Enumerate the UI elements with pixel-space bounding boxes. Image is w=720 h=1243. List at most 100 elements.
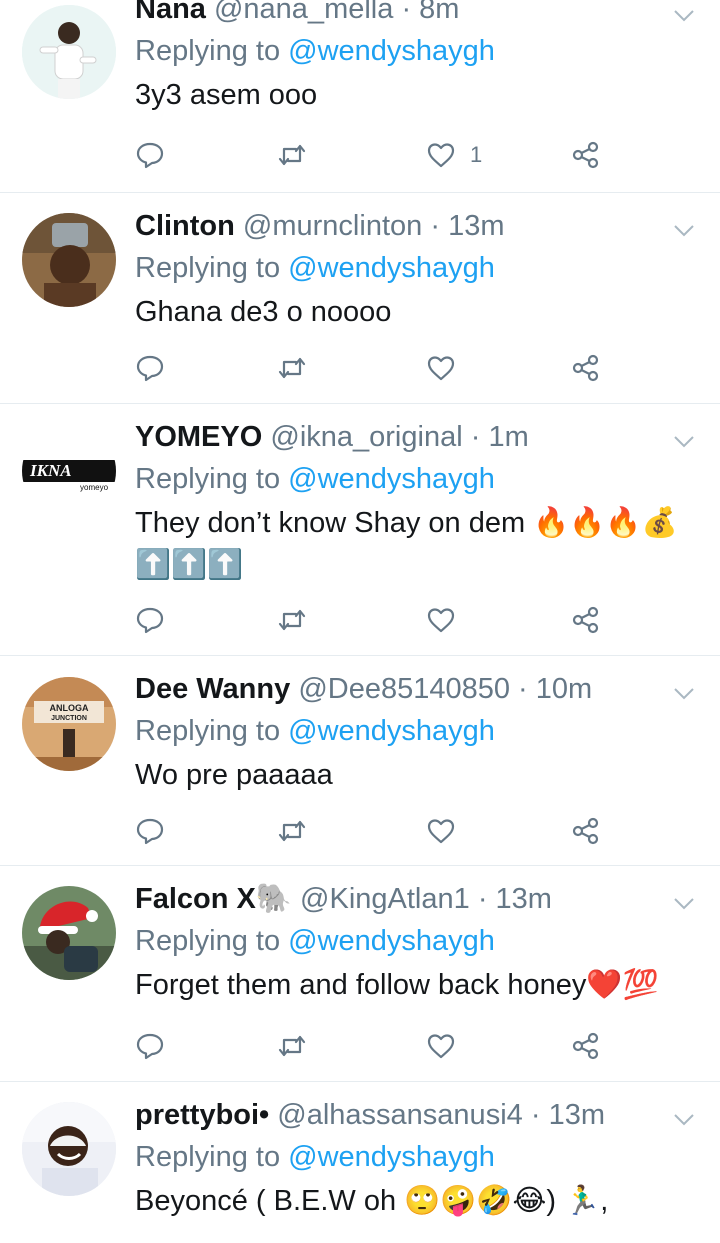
user-handle[interactable]: @ikna_original (270, 421, 462, 453)
tweet-header: Clinton @murnclinton · 13m (135, 207, 680, 245)
mention-link[interactable]: @wendyshaygh (288, 715, 495, 747)
tweet-item[interactable]: Falcon X🐘 @KingAtlan1 · 13m Replying to … (0, 866, 720, 1082)
tweet-actions (135, 811, 615, 851)
avatar[interactable] (22, 5, 116, 99)
share-icon (572, 141, 599, 169)
share-button[interactable] (571, 135, 601, 175)
reply-button[interactable] (135, 135, 165, 175)
retweet-button[interactable] (277, 135, 307, 175)
mention-link[interactable]: @wendyshaygh (288, 252, 495, 284)
retweet-button[interactable] (277, 348, 307, 388)
heart-icon (427, 608, 455, 633)
like-button[interactable] (426, 811, 456, 851)
tweet-item[interactable]: Clinton @murnclinton · 13m Replying to @… (0, 193, 720, 404)
chevron-down-icon[interactable] (672, 1108, 696, 1132)
reply-button[interactable] (135, 1026, 165, 1066)
tweet-header: Dee Wanny @Dee85140850 · 10m (135, 670, 680, 708)
replying-to-label: Replying to (135, 463, 289, 495)
tweet-actions (135, 600, 615, 640)
reply-icon (136, 1033, 164, 1060)
retweet-button[interactable] (277, 1026, 307, 1066)
separator-dot: · (401, 0, 412, 25)
reply-button[interactable] (135, 811, 165, 851)
share-button[interactable] (571, 1026, 601, 1066)
display-name[interactable]: Nana (135, 0, 206, 25)
user-handle[interactable]: @Dee85140850 (298, 673, 510, 705)
heart-icon (427, 1034, 455, 1059)
avatar-sign-line2: JUNCTION (51, 715, 87, 722)
separator-dot: · (430, 210, 440, 242)
timestamp: 13m (448, 210, 505, 242)
share-button[interactable] (571, 811, 601, 851)
display-name[interactable]: YOMEYO (135, 421, 262, 453)
avatar-logo-text: IKNA (29, 461, 72, 480)
chevron-down-icon[interactable] (672, 682, 696, 706)
timestamp: 1m (488, 421, 529, 453)
display-name[interactable]: Dee Wanny (135, 673, 290, 705)
avatar[interactable] (22, 1102, 116, 1196)
display-name[interactable]: Clinton (135, 210, 235, 242)
tweet-actions (135, 1026, 615, 1066)
avatar-image (22, 886, 116, 980)
avatar-logo-sub: yomeyo (80, 483, 109, 492)
like-button[interactable] (426, 348, 456, 388)
avatar[interactable] (22, 213, 116, 307)
timestamp: 8m (419, 0, 460, 25)
retweet-icon (278, 609, 306, 631)
mention-link[interactable]: @wendyshaygh (288, 925, 495, 957)
retweet-button[interactable] (277, 600, 307, 640)
user-handle[interactable]: @alhassansanusi4 (277, 1099, 522, 1131)
chevron-down-icon[interactable] (672, 219, 696, 243)
tweet-header: YOMEYO @ikna_original · 1m (135, 418, 680, 456)
share-icon (572, 817, 599, 845)
tweet-actions: 1 (135, 135, 615, 175)
replying-to: Replying to @wendyshaygh (135, 32, 680, 70)
replying-to: Replying to @wendyshaygh (135, 922, 680, 960)
replying-to-label: Replying to (135, 715, 289, 747)
tweet-text: Beyoncé ( B.E.W oh 🙄🤪🤣😂) 🏃‍♂️, (135, 1185, 609, 1217)
share-icon (572, 354, 599, 382)
user-handle[interactable]: @KingAtlan1 (300, 883, 470, 915)
retweet-icon (278, 820, 306, 842)
mention-link[interactable]: @wendyshaygh (288, 35, 495, 67)
separator-dot: · (477, 883, 488, 915)
tweet-item[interactable]: ANLOGA JUNCTION Dee Wanny @Dee85140850 ·… (0, 656, 720, 866)
chevron-down-icon[interactable] (672, 892, 696, 916)
retweet-icon (278, 357, 306, 379)
mention-link[interactable]: @wendyshaygh (288, 463, 495, 495)
share-icon (572, 1032, 599, 1060)
tweet-item[interactable]: Nana @nana_mella · 8m Replying to @wendy… (0, 0, 720, 193)
mention-link[interactable]: @wendyshaygh (288, 1141, 495, 1173)
display-name[interactable]: Falcon X🐘 (135, 883, 292, 915)
tweet-text-line2: ⬆️⬆️⬆️ (135, 549, 244, 581)
tweet-header: Falcon X🐘 @KingAtlan1 · 13m (135, 880, 680, 918)
chevron-down-icon[interactable] (672, 430, 696, 454)
avatar-image: IKNA yomeyo (22, 424, 116, 518)
avatar[interactable]: ANLOGA JUNCTION (22, 677, 116, 771)
user-handle[interactable]: @murnclinton (243, 210, 422, 242)
timestamp: 13m (548, 1099, 605, 1131)
tweet-item[interactable]: prettyboi• @alhassansanusi4 · 13m Replyi… (0, 1082, 720, 1243)
tweet-item[interactable]: IKNA yomeyo YOMEYO @ikna_original · 1m R… (0, 404, 720, 656)
retweet-button[interactable] (277, 811, 307, 851)
display-name[interactable]: prettyboi• (135, 1099, 269, 1131)
share-button[interactable] (571, 348, 601, 388)
timestamp: 13m (495, 883, 552, 915)
reply-button[interactable] (135, 348, 165, 388)
share-button[interactable] (571, 600, 601, 640)
replying-to: Replying to @wendyshaygh (135, 712, 680, 750)
chevron-down-icon[interactable] (672, 4, 696, 28)
reply-icon (136, 355, 164, 382)
tweet-actions (135, 348, 615, 388)
heart-icon (427, 143, 455, 168)
separator-dot: · (470, 421, 481, 453)
like-button[interactable] (426, 600, 456, 640)
like-button[interactable]: 1 (426, 135, 482, 175)
reply-button[interactable] (135, 600, 165, 640)
user-handle[interactable]: @nana_mella (214, 0, 393, 25)
tweet-text: They don’t know Shay on dem 🔥🔥🔥💰 (135, 507, 678, 539)
avatar[interactable]: IKNA yomeyo (22, 424, 116, 518)
like-button[interactable] (426, 1026, 456, 1066)
tweet-text: Forget them and follow back honey❤️💯 (135, 969, 659, 1001)
avatar[interactable] (22, 886, 116, 980)
